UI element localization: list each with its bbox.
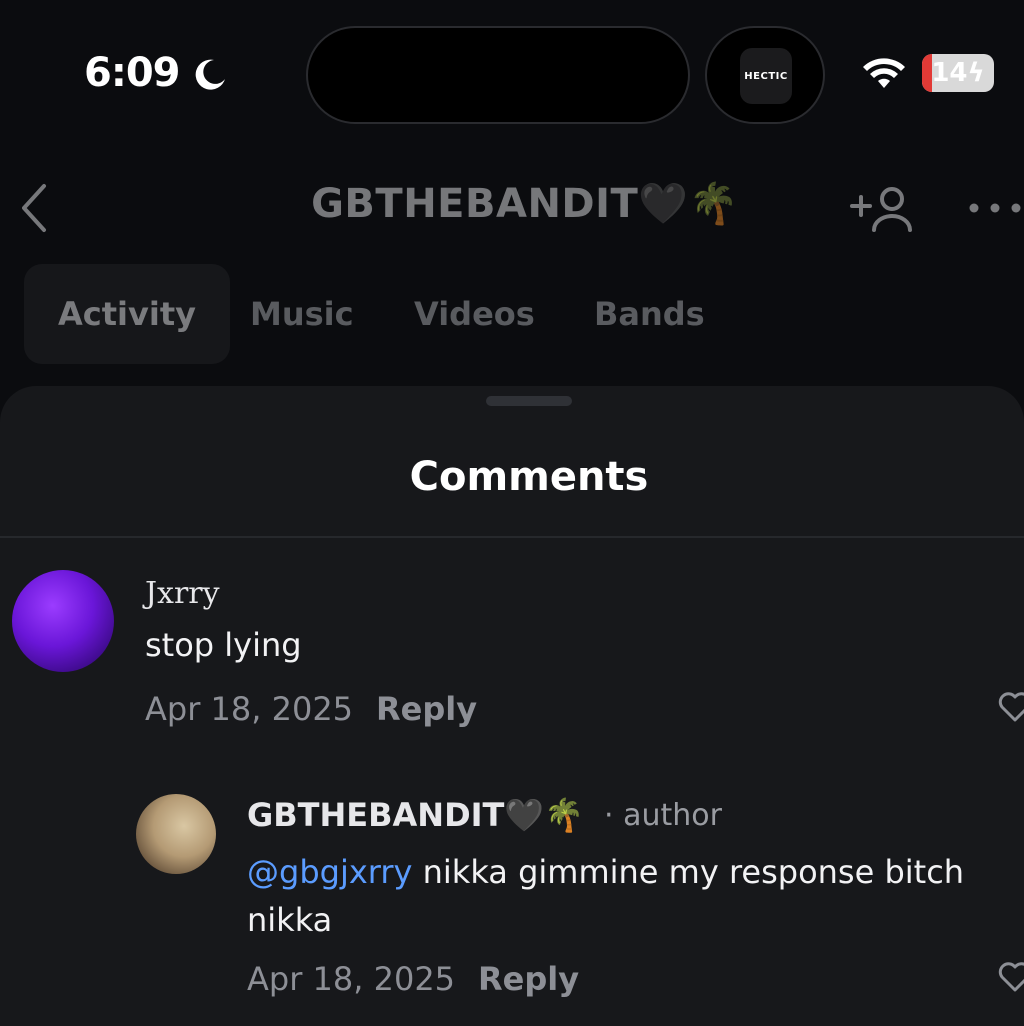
status-time: 6:09 xyxy=(84,50,180,96)
comment-date: Apr 18, 2025 xyxy=(145,690,354,728)
battery-percentage: 14ϟ xyxy=(922,54,994,92)
heart-icon[interactable] xyxy=(998,692,1024,722)
hectic-app-label: HECTIC xyxy=(744,70,788,82)
tab-activity[interactable]: Activity xyxy=(24,264,230,364)
comments-sheet: Comments Jxrry stop lying Apr 18, 2025 R… xyxy=(0,386,1024,1026)
more-options-icon[interactable] xyxy=(966,190,1024,226)
status-bar: 6:09 HECTIC 14ϟ xyxy=(0,0,1024,150)
tab-videos[interactable]: Videos xyxy=(380,264,569,364)
add-user-icon[interactable] xyxy=(850,184,914,234)
wifi-icon xyxy=(863,58,905,88)
comment-text: stop lying xyxy=(145,626,302,664)
moon-icon xyxy=(195,59,225,90)
user-mention[interactable]: @gbgjxrry xyxy=(247,853,412,891)
hectic-app-icon: HECTIC xyxy=(740,48,792,104)
comment-username[interactable]: GBTHEBANDIT🖤🌴 xyxy=(247,796,584,834)
charging-bolt-icon: ϟ xyxy=(967,58,985,88)
avatar[interactable] xyxy=(136,794,216,874)
sheet-grabber[interactable] xyxy=(486,396,572,406)
dynamic-island xyxy=(306,26,690,124)
comment-username[interactable]: Jxrry xyxy=(145,576,220,611)
author-tag: · author xyxy=(604,798,722,833)
comment-date: Apr 18, 2025 xyxy=(247,960,456,998)
battery-value: 14 xyxy=(931,58,968,88)
dynamic-island-app[interactable]: HECTIC xyxy=(705,26,825,124)
comment-text: @gbgjxrry nikka gimmine my response bitc… xyxy=(247,848,1007,944)
reply-button[interactable]: Reply xyxy=(376,690,477,728)
tab-music[interactable]: Music xyxy=(216,264,388,364)
profile-header: GBTHEBANDIT🖤🌴 Activity Music Videos Band… xyxy=(0,150,1024,390)
sheet-divider xyxy=(0,536,1024,538)
battery-indicator: 14ϟ xyxy=(922,54,994,92)
heart-icon[interactable] xyxy=(998,962,1024,992)
sheet-title: Comments xyxy=(409,454,649,500)
tab-bands[interactable]: Bands xyxy=(560,264,739,364)
avatar[interactable] xyxy=(12,570,114,672)
reply-button[interactable]: Reply xyxy=(478,960,579,998)
